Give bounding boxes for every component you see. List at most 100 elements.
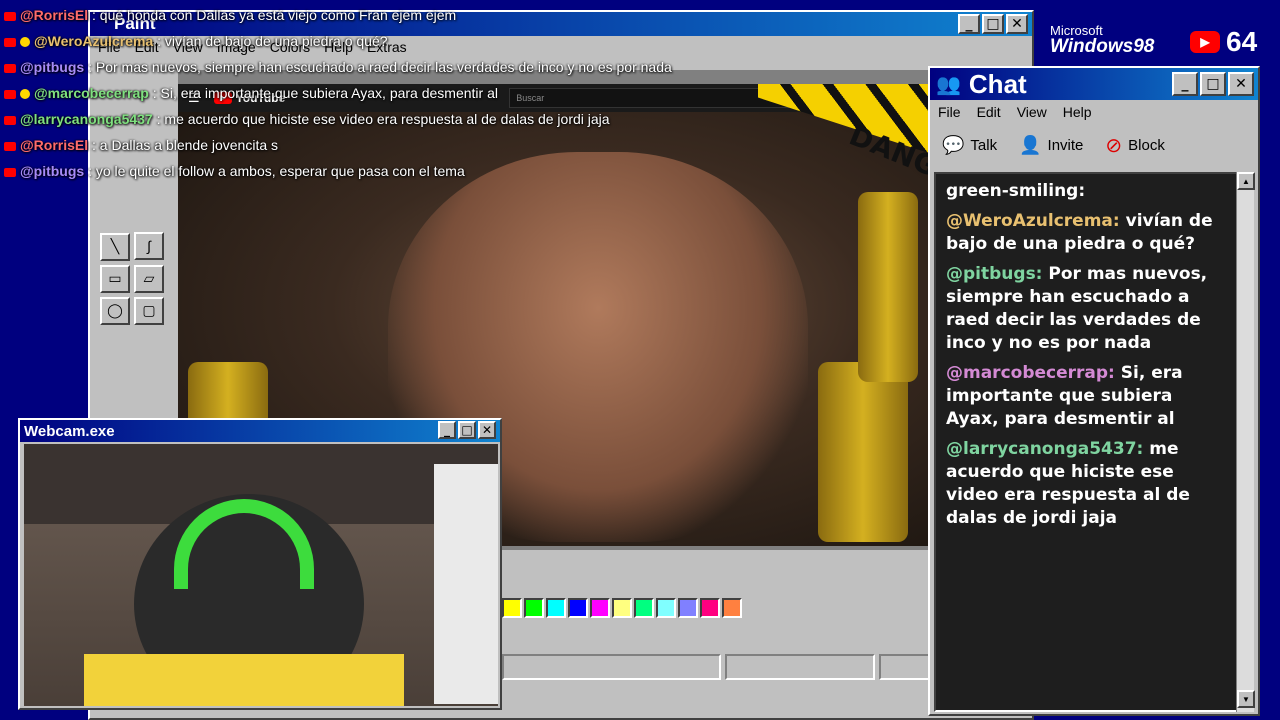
- overlay-username: @pitbugs: [20, 163, 85, 179]
- overlay-username: @WeroAzulcrema: [34, 33, 154, 49]
- youtube-icon: [4, 115, 16, 125]
- chat-message: @WeroAzulcrema: vivían de bajo de una pi…: [946, 210, 1228, 256]
- overlay-username: @RorrisEl: [20, 137, 89, 153]
- webcam-feed: [24, 444, 498, 706]
- overlay-text: vivían de bajo de una piedra o qué?: [164, 33, 388, 49]
- bookshelf: [434, 464, 498, 704]
- invite-icon: 👤: [1019, 134, 1042, 155]
- chat-username[interactable]: @WeroAzulcrema:: [946, 211, 1120, 231]
- overlay-username: @marcobecerrap: [34, 85, 149, 101]
- youtube-viewer-count: ▶ 64: [1190, 26, 1257, 58]
- talk-icon: 💬: [942, 134, 965, 155]
- color-swatch[interactable]: [656, 598, 676, 618]
- chat-titlebar[interactable]: 👥 Chat _ □ ✕: [930, 68, 1258, 100]
- status-cell: [725, 654, 875, 680]
- overlay-text: a Dallas a blende jovencita s: [99, 137, 279, 153]
- chat-scrollbar[interactable]: ▲ ▼: [1236, 172, 1255, 712]
- windows98-logo: Microsoft Windows98: [1050, 24, 1154, 56]
- webcam-title: Webcam.exe: [24, 422, 115, 440]
- chat-username[interactable]: @pitbugs:: [946, 264, 1042, 284]
- chat-message: @marcobecerrap: Si, era importante que s…: [946, 362, 1228, 431]
- minimize-button[interactable]: _: [1172, 72, 1198, 96]
- yellow-shirt: [84, 654, 404, 706]
- overlay-text: yo le quite el follow a ambos, esperar q…: [95, 163, 465, 179]
- scroll-up-icon[interactable]: ▲: [1237, 172, 1255, 190]
- viewer-count: 64: [1226, 26, 1258, 57]
- maximize-button[interactable]: □: [458, 421, 476, 439]
- overlay-message: @marcobecerrap : Si, era importante que …: [4, 80, 564, 106]
- line-tool[interactable]: ╲: [100, 232, 130, 261]
- chat-message: green-smiling:: [946, 180, 1228, 203]
- chat-message-text: green-smiling:: [946, 181, 1086, 201]
- overlay-username: @larrycanonga5437: [20, 111, 153, 127]
- youtube-icon: [4, 63, 16, 73]
- windows98-label: Windows98: [1050, 36, 1155, 57]
- minimize-button[interactable]: _: [958, 14, 980, 34]
- block-icon: ⊘: [1105, 134, 1123, 157]
- overlay-message: @pitbugs : yo le quite el follow a ambos…: [4, 158, 564, 184]
- color-swatch[interactable]: [700, 598, 720, 618]
- youtube-icon: [4, 89, 16, 99]
- stream-chat-overlay: @RorrisEl : qué honda con Dallas ya está…: [4, 2, 672, 184]
- overlay-text: Por mas nuevos, siempre han escuchado a …: [95, 59, 672, 75]
- chat-message: @pitbugs: Por mas nuevos, siempre han es…: [946, 263, 1228, 355]
- chat-title: Chat: [968, 68, 1027, 99]
- color-swatch[interactable]: [546, 598, 566, 618]
- chat-username[interactable]: @marcobecerrap:: [946, 363, 1115, 383]
- talk-button[interactable]: 💬 Talk: [942, 135, 997, 156]
- invite-button[interactable]: 👤 Invite: [1019, 135, 1083, 156]
- color-swatch[interactable]: [634, 598, 654, 618]
- youtube-icon: [4, 11, 16, 21]
- overlay-text: me acuerdo que hiciste ese video era res…: [164, 111, 610, 127]
- close-button[interactable]: ✕: [1228, 72, 1254, 96]
- youtube-icon: [4, 37, 16, 47]
- minimize-button[interactable]: _: [438, 421, 456, 439]
- close-button[interactable]: ✕: [478, 421, 496, 439]
- barrel-image: [858, 192, 918, 382]
- curve-tool[interactable]: ∫: [134, 232, 164, 260]
- rectangle-tool[interactable]: ▭: [100, 264, 130, 293]
- status-cell: [502, 654, 722, 680]
- overlay-message: @RorrisEl : qué honda con Dallas ya está…: [4, 2, 564, 28]
- ellipse-tool[interactable]: ◯: [100, 296, 130, 325]
- scroll-down-icon[interactable]: ▼: [1237, 690, 1255, 708]
- webcam-titlebar[interactable]: Webcam.exe _ □ ✕: [20, 420, 500, 442]
- overlay-message: @larrycanonga5437 : me acuerdo que hicis…: [4, 106, 610, 132]
- color-swatch[interactable]: [524, 598, 544, 618]
- chat-menu-item[interactable]: File: [938, 104, 961, 120]
- chat-window: 👥 Chat _ □ ✕ File Edit View Help 💬 Talk 👤 Inv…: [928, 66, 1260, 716]
- chat-menu-item[interactable]: Help: [1063, 104, 1092, 120]
- chat-menu-item[interactable]: View: [1017, 104, 1047, 120]
- close-button[interactable]: ✕: [1006, 14, 1028, 34]
- overlay-message: @RorrisEl : a Dallas a blende jovencita …: [4, 132, 564, 158]
- youtube-icon: [4, 167, 16, 177]
- block-button[interactable]: ⊘ Block: [1105, 133, 1164, 158]
- rounded-rect-tool[interactable]: ▢: [134, 296, 164, 325]
- chat-message: @larrycanonga5437: me acuerdo que hicist…: [946, 438, 1228, 530]
- member-badge-icon: [20, 37, 30, 48]
- color-swatch[interactable]: [612, 598, 632, 618]
- color-swatch[interactable]: [568, 598, 588, 618]
- barrel-image: [818, 362, 908, 542]
- chat-menu-item[interactable]: Edit: [977, 104, 1001, 120]
- maximize-button[interactable]: □: [982, 14, 1004, 34]
- chat-menubar: File Edit View Help: [930, 100, 1258, 124]
- color-swatch[interactable]: [722, 598, 742, 618]
- youtube-icon: ▶: [1190, 31, 1220, 53]
- chat-username[interactable]: @larrycanonga5437:: [946, 439, 1143, 459]
- overlay-username: @RorrisEl: [20, 7, 89, 23]
- overlay-message: @WeroAzulcrema : vivían de bajo de una p…: [4, 28, 564, 54]
- color-swatch[interactable]: [502, 598, 522, 618]
- chat-toolbar: 💬 Talk 👤 Invite ⊘ Block: [930, 124, 1258, 166]
- color-palette: [502, 598, 742, 618]
- member-badge-icon: [20, 89, 30, 100]
- polygon-tool[interactable]: ▱: [134, 264, 164, 293]
- maximize-button[interactable]: □: [1200, 72, 1226, 96]
- overlay-text: qué honda con Dallas ya está viejo como …: [99, 7, 457, 23]
- color-swatch[interactable]: [590, 598, 610, 618]
- chat-log[interactable]: green-smiling: @WeroAzulcrema: vivían de …: [934, 172, 1240, 712]
- overlay-message: @pitbugs : Por mas nuevos, siempre han e…: [4, 54, 672, 80]
- color-swatch[interactable]: [678, 598, 698, 618]
- overlay-username: @pitbugs: [20, 59, 85, 75]
- people-icon: 👥: [936, 73, 961, 96]
